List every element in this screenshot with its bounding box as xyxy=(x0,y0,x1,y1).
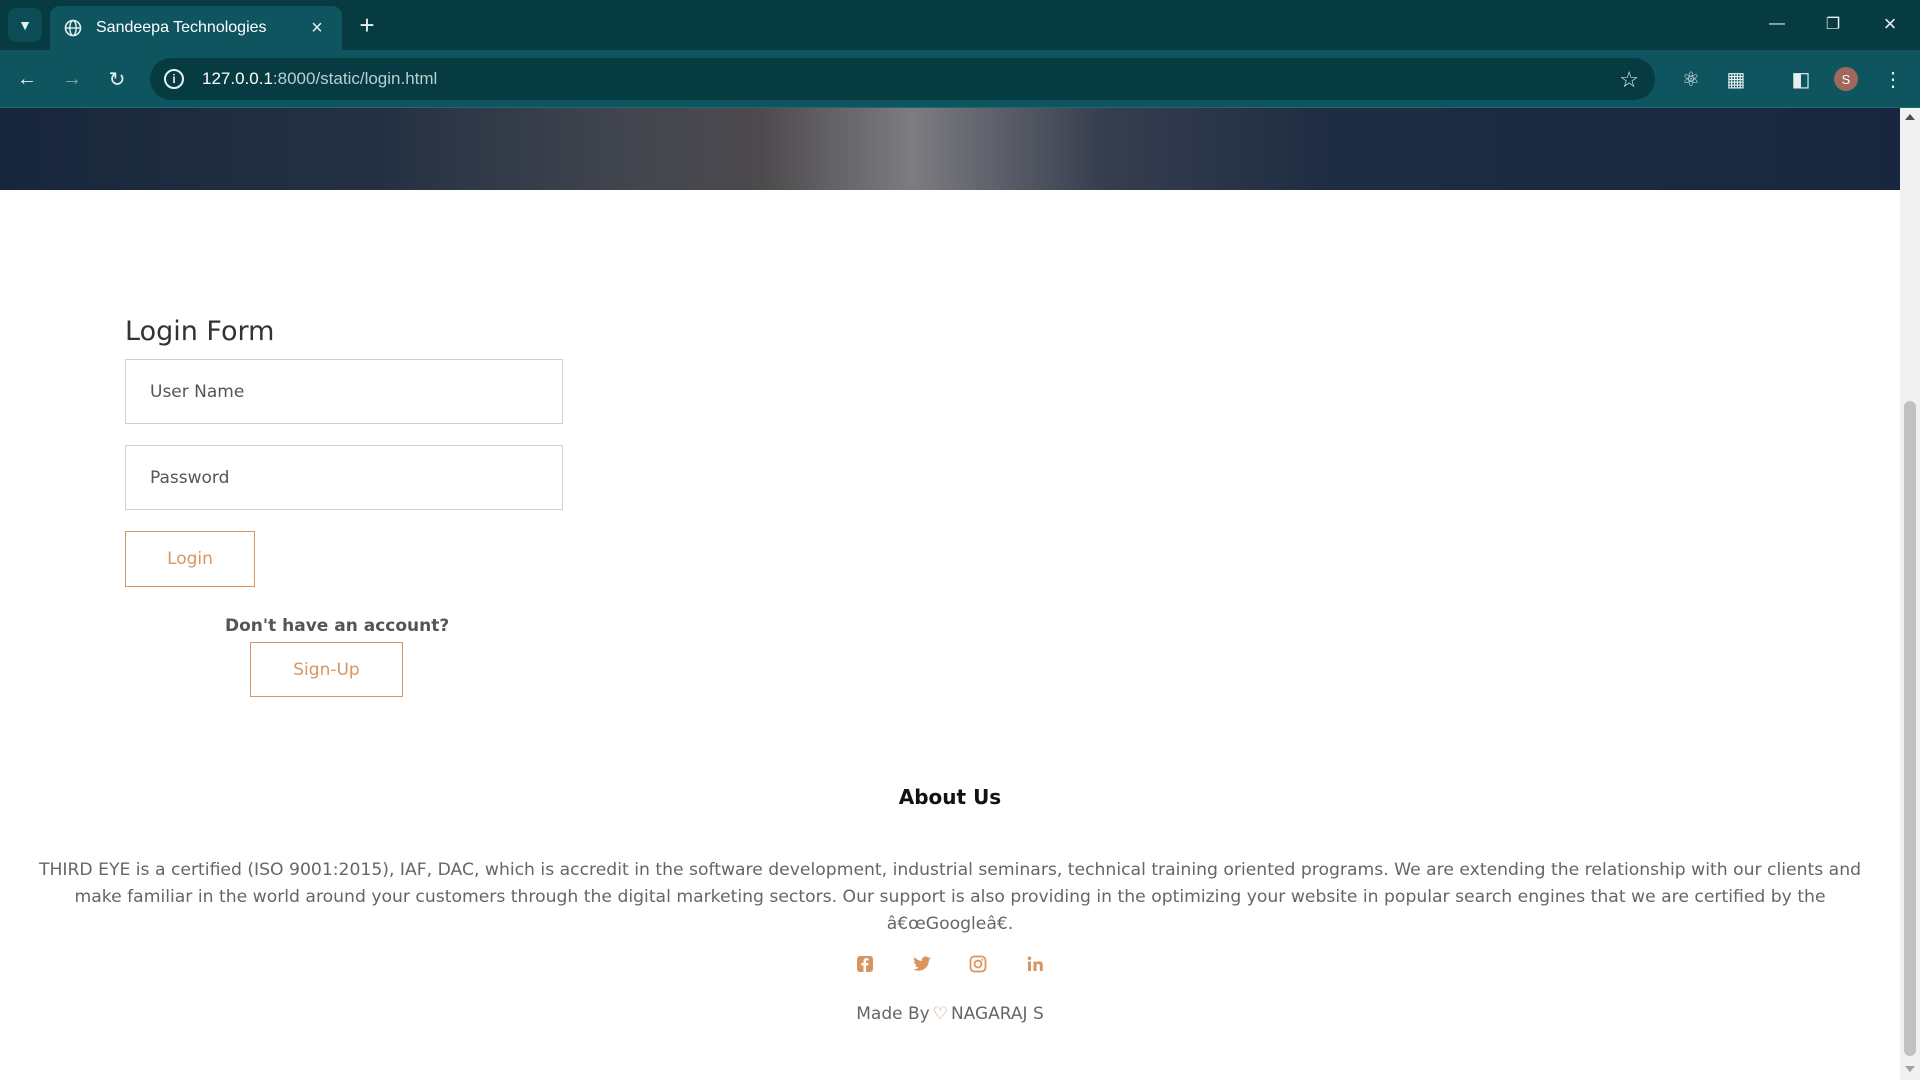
close-tab-icon[interactable]: × xyxy=(306,17,328,39)
new-tab-button[interactable]: + xyxy=(352,10,382,40)
username-input[interactable] xyxy=(125,359,563,424)
side-panel-icon[interactable]: ◧ xyxy=(1784,62,1818,96)
url-host: 127.0.0.1 xyxy=(202,69,273,88)
page-scrollbar[interactable] xyxy=(1900,108,1920,1080)
facebook-icon[interactable] xyxy=(850,949,880,979)
extensions-puzzle-icon[interactable]: ▦ xyxy=(1719,62,1753,96)
reload-icon[interactable]: ↻ xyxy=(100,62,134,96)
url-path: :8000/static/login.html xyxy=(272,69,438,88)
social-links xyxy=(850,946,1050,982)
about-us-title: About Us xyxy=(898,785,1002,809)
extension-atom-icon[interactable]: ⚛ xyxy=(1674,62,1708,96)
menu-kebab-icon[interactable]: ⋮ xyxy=(1876,62,1910,96)
tab-title: Sandeepa Technologies xyxy=(96,19,267,36)
made-by-label: Made By xyxy=(856,1004,930,1024)
address-bar[interactable]: i 127.0.0.1:8000/static/login.html ☆ xyxy=(150,58,1655,100)
restore-icon[interactable]: ❐ xyxy=(1813,8,1853,40)
browser-toolbar: ← → ↻ i 127.0.0.1:8000/static/login.html… xyxy=(0,50,1920,108)
globe-icon xyxy=(64,19,82,37)
browser-tab-bar: ▼ Sandeepa Technologies × + — ❐ × xyxy=(0,0,1920,50)
forward-icon[interactable]: → xyxy=(55,62,89,96)
hero-banner-image xyxy=(0,108,1900,190)
instagram-icon[interactable] xyxy=(963,949,993,979)
login-button[interactable]: Login xyxy=(125,531,255,587)
scrollbar-thumb[interactable] xyxy=(1904,401,1916,1056)
heart-icon: ♡ xyxy=(932,1004,948,1024)
minimize-icon[interactable]: — xyxy=(1757,8,1797,40)
scroll-down-icon[interactable] xyxy=(1905,1066,1915,1072)
bookmark-star-icon[interactable]: ☆ xyxy=(1619,67,1639,93)
linkedin-icon[interactable] xyxy=(1020,949,1050,979)
profile-avatar[interactable]: S xyxy=(1834,67,1858,91)
password-input[interactable] xyxy=(125,445,563,510)
no-account-text: Don't have an account? xyxy=(225,616,450,636)
back-icon[interactable]: ← xyxy=(10,62,44,96)
close-window-icon[interactable]: × xyxy=(1870,8,1910,40)
login-form-title: Login Form xyxy=(125,316,275,347)
browser-tab[interactable]: Sandeepa Technologies × xyxy=(50,6,342,50)
signup-button[interactable]: Sign-Up xyxy=(250,642,403,697)
site-info-icon[interactable]: i xyxy=(164,69,184,89)
tab-search-button[interactable]: ▼ xyxy=(8,8,42,42)
author-name: NAGARAJ S xyxy=(950,1004,1044,1024)
twitter-icon[interactable] xyxy=(907,949,937,979)
page-content: Login Form Login Don't have an account? … xyxy=(0,108,1900,1080)
chevron-down-icon: ▼ xyxy=(18,17,32,33)
made-by-footer: Made By ♡ NAGARAJ S xyxy=(0,1004,1900,1024)
about-us-text: THIRD EYE is a certified (ISO 9001:2015)… xyxy=(38,860,1862,934)
scroll-up-icon[interactable] xyxy=(1905,114,1915,120)
